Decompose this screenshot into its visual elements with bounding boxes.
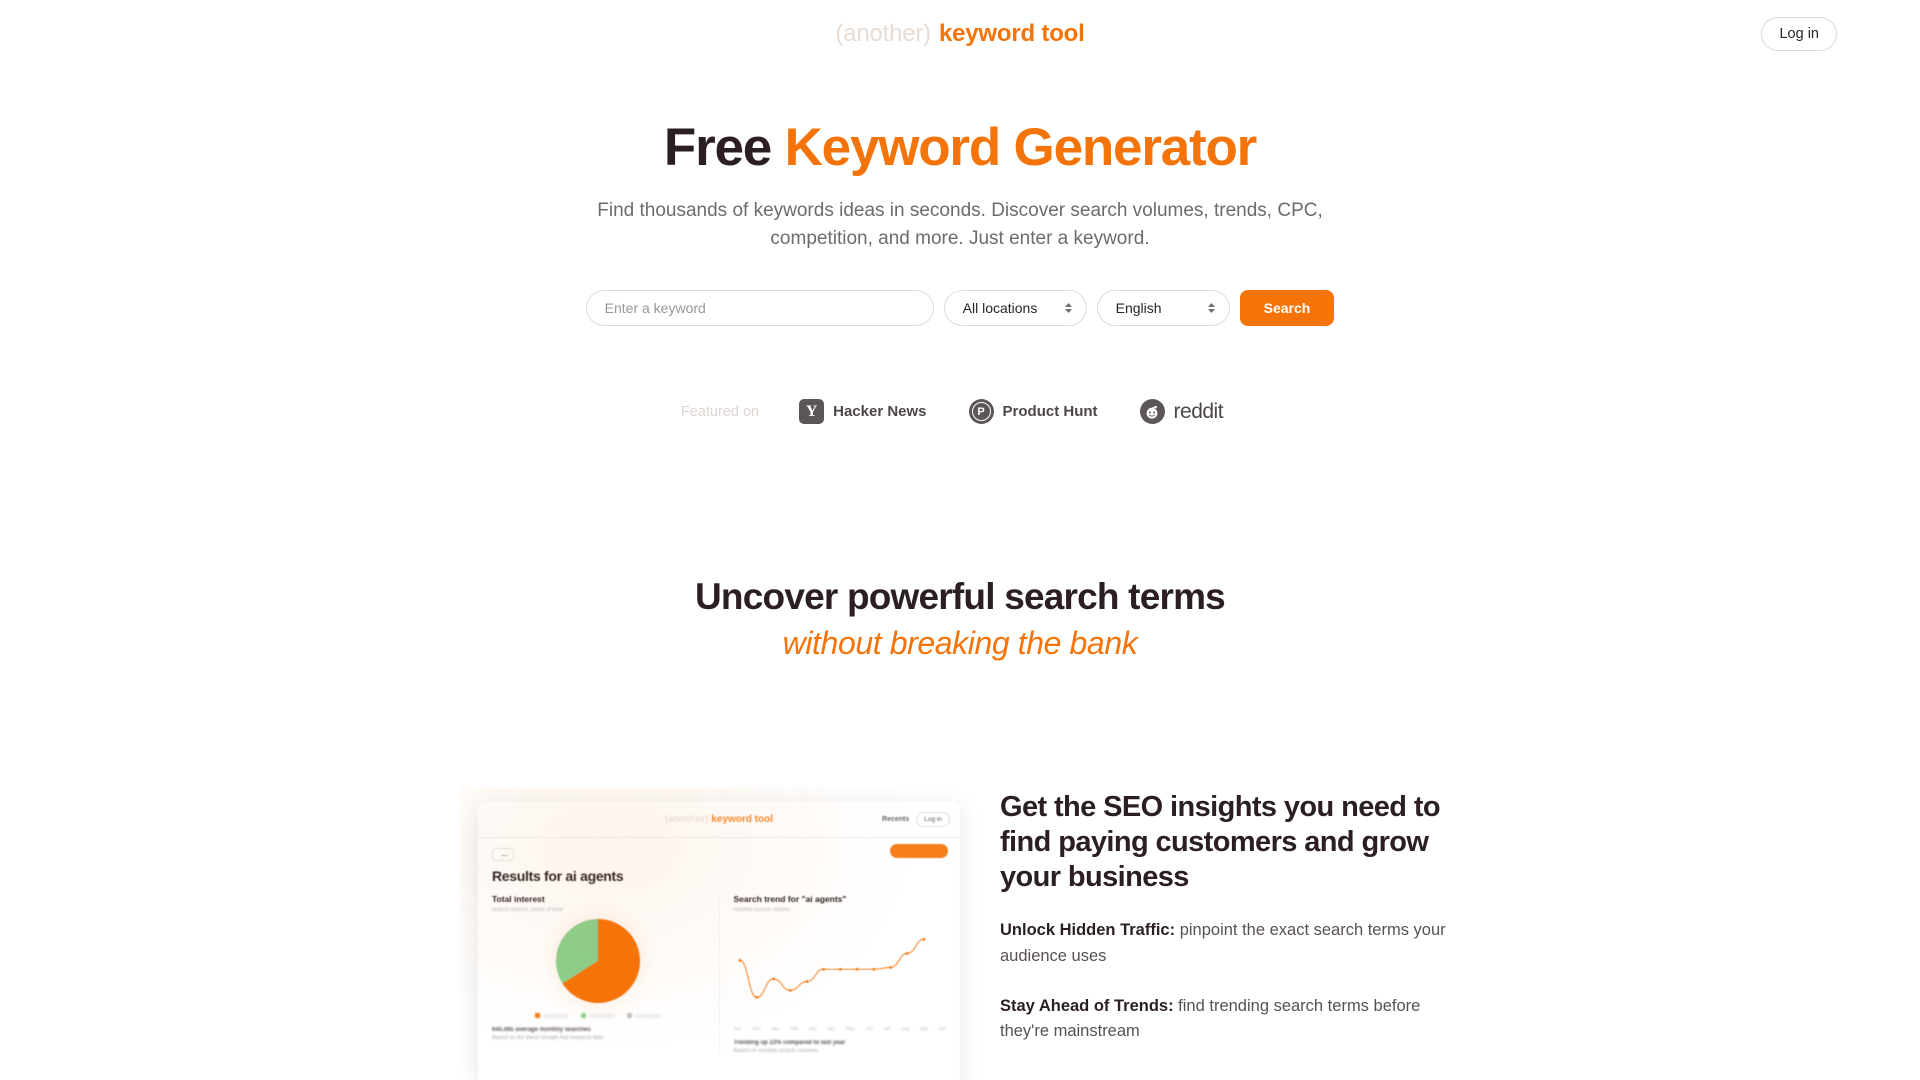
trend-axis-tick: Oct <box>938 1026 946 1031</box>
location-select[interactable]: All locations <box>943 290 1087 326</box>
pie-footer-line1: 640,495 average monthly searches <box>492 1027 591 1033</box>
trend-panel-subtitle: monthly search volume <box>733 907 791 913</box>
trend-axis-tick: Jul <box>883 1026 890 1031</box>
preview-panels: Total interest search volume, share of t… <box>492 894 946 1054</box>
featured-item-label: Product Hunt <box>1002 403 1098 420</box>
trend-axis-tick: Dec <box>752 1026 761 1031</box>
trend-axis-tick: Mar <box>808 1026 817 1031</box>
section-heading-line2: without breaking the bank <box>782 625 1138 662</box>
reddit-icon <box>1139 399 1165 424</box>
showcase-section: (another) keyword tool Recents Log in Re… <box>0 788 1920 1080</box>
featured-item-reddit[interactable]: reddit <box>1139 399 1224 424</box>
feature-bullet: Unlock Hidden Traffic: pinpoint the exac… <box>1000 918 1460 969</box>
showcase-copy: Get the SEO insights you need to find pa… <box>1000 788 1460 1045</box>
search-button[interactable]: Search <box>1239 290 1335 326</box>
logo-main-text: keyword tool <box>938 20 1085 47</box>
featured-item-label: reddit <box>1173 399 1224 423</box>
trend-axis-tick: Feb <box>790 1026 798 1031</box>
trend-panel-title: Search trend for "ai agents" <box>733 894 847 904</box>
page-title: Free Keyword Generator <box>0 118 1920 177</box>
trend-panel-footer: Trending up 22% compared to last year Ba… <box>734 1040 947 1054</box>
legend-item <box>581 1013 616 1018</box>
chevron-up-down-icon <box>1064 303 1072 313</box>
hero-title-plain: Free <box>663 118 785 177</box>
legend-item <box>627 1013 662 1018</box>
legend-item <box>535 1013 570 1018</box>
preview-topbar-actions: Recents Log in <box>882 812 950 827</box>
language-select[interactable]: English <box>1096 290 1230 326</box>
preview-recents-link: Recents <box>882 816 910 823</box>
section-heading-line1: Uncover powerful search terms <box>695 576 1226 617</box>
trend-footer-line2: Based on monthly search volumes <box>733 1048 818 1054</box>
app-preview-card: (another) keyword tool Recents Log in Re… <box>478 802 960 1080</box>
trend-axis-tick: Aug <box>900 1026 909 1031</box>
pie-panel-title: Total interest <box>492 894 545 904</box>
preview-trend-panel: Search trend for "ai agents" monthly sea… <box>718 894 947 1054</box>
language-select-value: English <box>1115 300 1162 316</box>
preview-body: Results for ai agents Total interest sea… <box>478 838 960 1054</box>
app-preview-image: (another) keyword tool Recents Log in Re… <box>460 788 960 1080</box>
search-form: All locations English Search <box>0 290 1920 326</box>
site-logo[interactable]: (another) keyword tool <box>835 20 1084 48</box>
trend-footer-line1: Trending up 22% compared to last year <box>733 1040 846 1046</box>
preview-logo: (another) keyword tool <box>665 814 773 825</box>
trend-axis-labels: Nov Dec Jan Feb Mar Apr May Jun Jul Aug Sep Oct <box>734 1026 947 1031</box>
trend-line-chart <box>738 937 925 999</box>
hero-title-accent: Keyword Generator <box>784 118 1258 177</box>
chevron-up-down-icon <box>1207 303 1215 313</box>
preview-results-title: Results for ai agents <box>492 868 624 884</box>
feature-bullet: Stay Ahead of Trends: find trending sear… <box>1000 994 1460 1045</box>
search-input[interactable] <box>585 290 934 326</box>
preview-logo-prefix: (another) <box>664 814 709 825</box>
trend-axis-tick: May <box>845 1026 855 1031</box>
featured-item-hacker-news[interactable]: Y Hacker News <box>799 399 927 424</box>
feature-bullet-label: Unlock Hidden Traffic: <box>1000 921 1176 940</box>
section-heading: Uncover powerful search terms without br… <box>0 575 1920 662</box>
back-icon <box>492 848 514 861</box>
pie-panel-subtitle: search volume, share of total <box>492 907 563 913</box>
product-hunt-icon: P <box>968 399 994 424</box>
pie-chart-legend <box>492 1013 705 1018</box>
pie-footer-line2: Based on the latest Google Ads keyword d… <box>492 1035 604 1041</box>
featured-item-label: Hacker News <box>833 403 927 420</box>
trend-axis-tick: Nov <box>733 1026 742 1031</box>
site-header: (another) keyword tool <box>0 0 1920 68</box>
preview-login-button: Log in <box>916 812 950 827</box>
location-select-value: All locations <box>962 300 1038 316</box>
preview-logo-main: keyword tool <box>711 814 774 825</box>
trend-axis-tick: Jan <box>771 1026 779 1031</box>
trend-axis-tick: Sep <box>919 1026 928 1031</box>
landing-page: (another) keyword tool Log in Free Keywo… <box>0 0 1920 1080</box>
featured-on-label: Featured on <box>680 403 760 420</box>
logo-prefix-text: (another) <box>835 20 931 47</box>
hero-subtitle: Find thousands of keywords ideas in seco… <box>597 200 1323 250</box>
showcase-heading: Get the SEO insights you need to find pa… <box>1000 791 1441 893</box>
feature-bullet-label: Stay Ahead of Trends: <box>1000 996 1174 1015</box>
hero-section: Free Keyword Generator Find thousands of… <box>0 118 1920 254</box>
featured-item-product-hunt[interactable]: P Product Hunt <box>968 399 1098 424</box>
pie-chart <box>556 919 641 1003</box>
pie-panel-footer: 640,495 average monthly searches Based o… <box>492 1027 705 1041</box>
trend-axis-tick: Jun <box>865 1026 873 1031</box>
login-button[interactable]: Log in <box>1761 17 1837 51</box>
hacker-news-icon: Y <box>799 399 825 424</box>
preview-pie-panel: Total interest search volume, share of t… <box>492 894 705 1054</box>
trend-axis-tick: Apr <box>827 1026 835 1031</box>
preview-topbar: (another) keyword tool Recents Log in <box>478 802 960 838</box>
featured-on-row: Featured on Y Hacker News P Product Hunt… <box>0 399 1920 424</box>
